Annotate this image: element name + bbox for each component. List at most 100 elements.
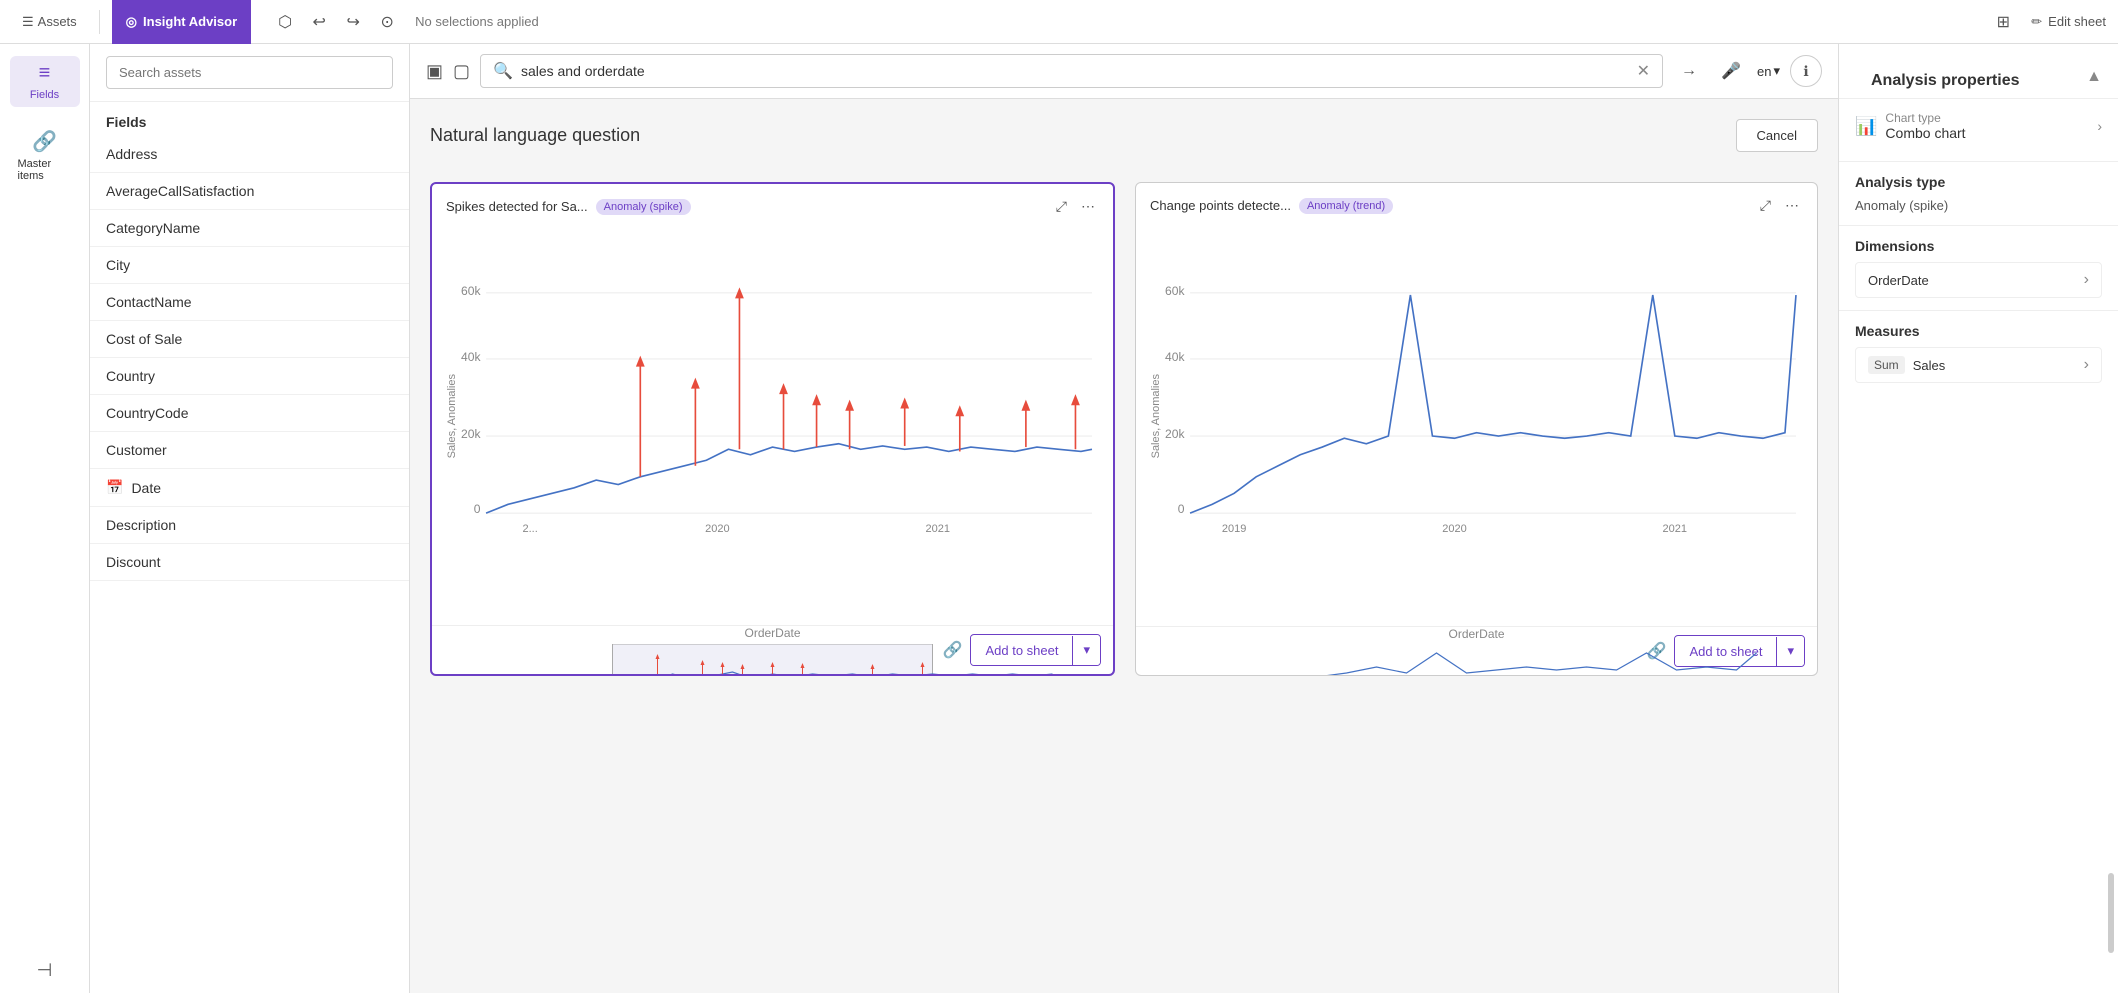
mic-icon[interactable]: 🎤: [1715, 55, 1747, 87]
measure-item[interactable]: Sum Sales ›: [1855, 347, 2102, 383]
list-item[interactable]: Cost of Sale: [90, 321, 409, 358]
chart-type-chevron[interactable]: ›: [2097, 118, 2102, 134]
nlq-bar: Natural language question Cancel: [430, 119, 1818, 152]
list-item[interactable]: CategoryName: [90, 210, 409, 247]
combo-chart-icon: 📊: [1855, 116, 1877, 137]
chart-2-body: 60k 40k 20k 0 Sales, Anomalies: [1136, 228, 1817, 626]
forward-icon[interactable]: ↪: [337, 6, 369, 38]
lock-icon[interactable]: ⊙: [371, 6, 403, 38]
fields-panel-title: Fields: [90, 102, 409, 136]
field-label: Date: [131, 480, 161, 496]
field-label: CategoryName: [106, 220, 200, 236]
master-items-icon: 🔗: [32, 129, 57, 154]
field-label: Description: [106, 517, 176, 533]
insight-icon: ◎: [126, 14, 137, 30]
list-item[interactable]: 📅 Date: [90, 469, 409, 507]
chart-1-svg: 60k 40k 20k 0 Sales, Anomalies: [442, 229, 1103, 625]
collapse-sidebar-button[interactable]: ⊣: [37, 960, 53, 981]
analysis-type-section: Analysis type Anomaly (spike): [1839, 161, 2118, 225]
chart-type-label: Chart type: [1885, 111, 1965, 125]
svg-text:0: 0: [1178, 502, 1185, 516]
svg-text:60k: 60k: [461, 284, 481, 298]
charts-row: Spikes detected for Sa... Anomaly (spike…: [430, 182, 1818, 676]
edit-sheet-button[interactable]: ✏ Edit sheet: [2031, 14, 2106, 30]
top-nav: ☰ Assets ◎ Insight Advisor ⬡ ↩ ↪ ⊙ No se…: [0, 0, 2118, 44]
svg-text:2021: 2021: [926, 523, 950, 535]
list-item[interactable]: City: [90, 247, 409, 284]
main-layout: ≡ Fields 🔗 Master items ⊣ Fields Address…: [0, 44, 2118, 993]
list-item[interactable]: Address: [90, 136, 409, 173]
svg-text:2021: 2021: [1663, 523, 1687, 535]
insight-advisor-nav-item[interactable]: ◎ Insight Advisor: [112, 0, 251, 44]
master-items-label: Master items: [18, 158, 72, 182]
field-label: City: [106, 257, 130, 273]
more-options-icon[interactable]: ⋯: [1077, 194, 1099, 219]
lang-label: en: [1757, 64, 1771, 79]
measures-label: Measures: [1855, 323, 2102, 339]
field-label: AverageCallSatisfaction: [106, 183, 254, 199]
toggle-panel-icon[interactable]: ▣: [426, 61, 443, 82]
expand-icon[interactable]: ⤢: [1052, 194, 1071, 219]
analysis-type-value: Anomaly (spike): [1855, 198, 2102, 213]
list-item[interactable]: Description: [90, 507, 409, 544]
sidebar-item-fields[interactable]: ≡ Fields: [10, 56, 80, 107]
dimension-chevron: ›: [2084, 271, 2089, 289]
list-item[interactable]: AverageCallSatisfaction: [90, 173, 409, 210]
edit-sheet-label: Edit sheet: [2048, 14, 2106, 29]
go-button[interactable]: →: [1673, 55, 1705, 87]
assets-nav-item[interactable]: ☰ Assets: [12, 14, 87, 30]
more-options-icon-2[interactable]: ⋯: [1781, 193, 1803, 218]
mini-chart-1: [442, 644, 1103, 676]
cancel-button[interactable]: Cancel: [1736, 119, 1818, 152]
right-scrollbar[interactable]: [2108, 873, 2114, 953]
chart-type-header[interactable]: 📊 Chart type Combo chart ›: [1855, 111, 2102, 141]
left-sidebar: ≡ Fields 🔗 Master items ⊣: [0, 44, 90, 993]
fields-search-area: [90, 44, 409, 102]
measures-section: Measures Sum Sales ›: [1839, 310, 2118, 395]
no-selections-label: No selections applied: [415, 14, 539, 29]
charts-area: Natural language question Cancel Spikes …: [410, 99, 1838, 993]
clear-icon[interactable]: ✕: [1637, 61, 1650, 81]
language-selector[interactable]: en ▾: [1757, 63, 1780, 79]
toggle-layout-icon[interactable]: ▢: [453, 61, 470, 82]
list-item[interactable]: Country: [90, 358, 409, 395]
fields-icon: ≡: [39, 62, 51, 85]
list-item[interactable]: Discount: [90, 544, 409, 581]
chart-2-xlabel: OrderDate: [1146, 627, 1807, 641]
svg-text:2020: 2020: [1442, 523, 1466, 535]
chart-1-header: Spikes detected for Sa... Anomaly (spike…: [432, 184, 1113, 229]
measure-field: Sales: [1913, 358, 2076, 373]
back-icon[interactable]: ↩: [303, 6, 335, 38]
field-label: CountryCode: [106, 405, 189, 421]
dimension-item[interactable]: OrderDate ›: [1855, 262, 2102, 298]
sidebar-item-master-items[interactable]: 🔗 Master items: [10, 123, 80, 188]
grid-icon[interactable]: ⊞: [1987, 6, 2019, 38]
nav-divider: [99, 10, 100, 34]
chart-card-1: Spikes detected for Sa... Anomaly (spike…: [430, 182, 1115, 676]
svg-text:20k: 20k: [1165, 427, 1185, 441]
insight-label: Insight Advisor: [143, 14, 237, 29]
list-item[interactable]: Customer: [90, 432, 409, 469]
right-panel: Analysis properties ▲ 📊 Chart type Combo…: [1838, 44, 2118, 993]
search-input[interactable]: [106, 56, 393, 89]
expand-icon-2[interactable]: ⤢: [1756, 193, 1775, 218]
info-button[interactable]: ℹ: [1790, 55, 1822, 87]
list-item[interactable]: CountryCode: [90, 395, 409, 432]
svg-text:2019: 2019: [1222, 523, 1246, 535]
svg-text:20k: 20k: [461, 427, 481, 441]
mini-chart-2: [1146, 645, 1807, 676]
query-input[interactable]: [521, 63, 1629, 79]
chart-type-info: Chart type Combo chart: [1885, 111, 1965, 141]
svg-text:40k: 40k: [461, 350, 481, 364]
chart-1-body: 60k 40k 20k 0 Sales, Anomalies: [432, 229, 1113, 625]
toolbar-icons: ⬡ ↩ ↪ ⊙: [269, 6, 403, 38]
svg-text:Sales, Anomalies: Sales, Anomalies: [446, 374, 458, 459]
main-content: ▣ ▢ 🔍 ✕ → 🎤 en ▾ ℹ Natural language ques…: [410, 44, 1838, 993]
collapse-right-icon[interactable]: ▲: [2086, 68, 2102, 86]
fields-list: Address AverageCallSatisfaction Category…: [90, 136, 409, 993]
analysis-type-label: Analysis type: [1855, 174, 2102, 190]
measure-agg: Sum: [1868, 356, 1905, 374]
lasso-icon[interactable]: ⬡: [269, 6, 301, 38]
top-nav-right: ⊞ ✏ Edit sheet: [1987, 6, 2106, 38]
list-item[interactable]: ContactName: [90, 284, 409, 321]
